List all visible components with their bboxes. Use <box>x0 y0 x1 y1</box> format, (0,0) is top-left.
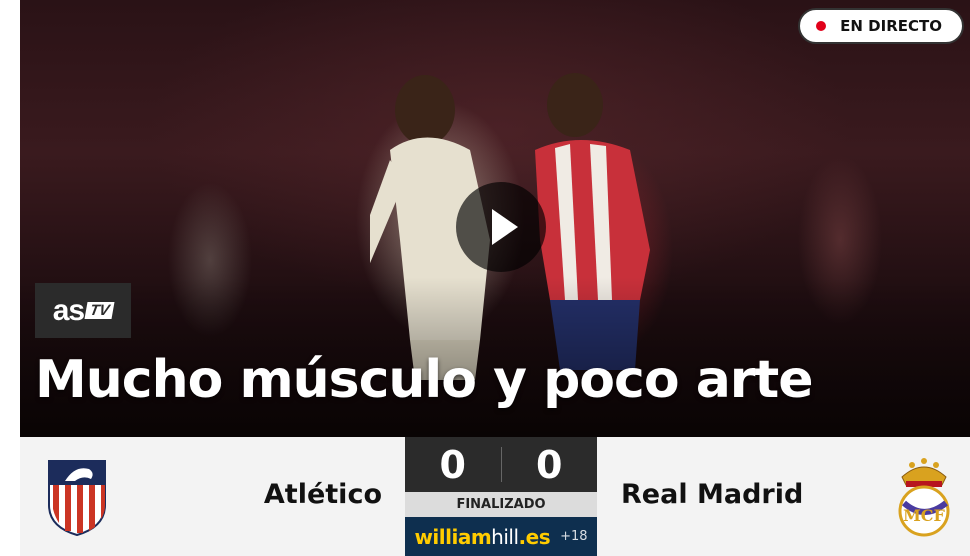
live-label: EN DIRECTO <box>840 17 942 35</box>
sponsor-brand-part1: william <box>414 524 492 549</box>
as-tv-logo: as TV <box>35 283 131 338</box>
play-button[interactable] <box>456 182 546 272</box>
sponsor-age-label: +18 <box>560 529 588 544</box>
play-icon <box>492 209 518 245</box>
score-box: 0 0 <box>405 437 597 492</box>
video-headline[interactable]: Mucho músculo y poco arte <box>35 351 814 409</box>
away-score: 0 <box>536 442 563 487</box>
away-team-name[interactable]: Real Madrid <box>621 479 803 510</box>
sponsor-brand-part3: .es <box>518 524 551 549</box>
svg-text:MCF: MCF <box>903 506 945 525</box>
sponsor-banner[interactable]: williamhill.es +18 <box>405 517 597 556</box>
as-tv-logo-tv: TV <box>84 302 115 319</box>
match-status: FINALIZADO <box>405 492 597 517</box>
as-tv-logo-as: as <box>52 293 85 327</box>
scoreboard: Atlético 0 0 FINALIZADO williamhill.es +… <box>20 437 970 556</box>
real-madrid-crest-icon[interactable]: MCF <box>890 455 958 539</box>
live-badge[interactable]: EN DIRECTO <box>798 8 964 44</box>
video-hero[interactable]: as TV Mucho músculo y poco arte <box>20 0 970 437</box>
sponsor-brand: williamhill.es <box>414 525 550 549</box>
sponsor-brand-part2: hill <box>491 524 519 549</box>
atletico-crest-icon[interactable] <box>45 457 109 537</box>
home-score: 0 <box>439 442 466 487</box>
live-dot-icon <box>816 21 827 31</box>
home-team-name[interactable]: Atlético <box>264 479 382 510</box>
